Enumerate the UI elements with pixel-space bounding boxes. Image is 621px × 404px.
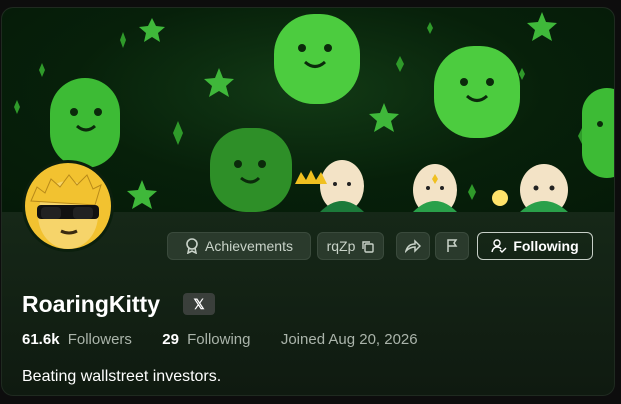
- share-button[interactable]: [396, 232, 430, 260]
- following-label[interactable]: Following: [187, 331, 250, 348]
- following-button[interactable]: Following: [477, 232, 593, 260]
- joined-date: Joined Aug 20, 2026: [280, 331, 418, 348]
- report-button[interactable]: [435, 232, 469, 260]
- user-check-icon: [491, 239, 507, 253]
- copy-icon: [361, 240, 375, 253]
- x-logo-icon: 𝕏: [193, 295, 205, 312]
- share-icon: [405, 239, 421, 253]
- flag-icon: [446, 239, 458, 253]
- profile-bio: Beating wallstreet investors.: [22, 368, 222, 385]
- following-button-label: Following: [513, 238, 579, 254]
- x-social-link[interactable]: 𝕏: [183, 293, 215, 315]
- followers-count[interactable]: 61.6k: [22, 331, 60, 348]
- profile-card: Achievements rqZp Following RoaringKitty: [1, 7, 615, 396]
- ribbon-icon: [185, 238, 199, 254]
- achievements-label: Achievements: [205, 238, 293, 254]
- code-label: rqZp: [326, 238, 356, 254]
- profile-name: RoaringKitty: [22, 291, 160, 317]
- code-copy-button[interactable]: rqZp: [317, 232, 384, 260]
- followers-label[interactable]: Followers: [68, 331, 132, 348]
- avatar[interactable]: [22, 160, 114, 252]
- achievements-button[interactable]: Achievements: [167, 232, 311, 260]
- profile-stats: 61.6k Followers 29 Following Joined Aug …: [22, 331, 422, 348]
- following-count[interactable]: 29: [162, 331, 179, 348]
